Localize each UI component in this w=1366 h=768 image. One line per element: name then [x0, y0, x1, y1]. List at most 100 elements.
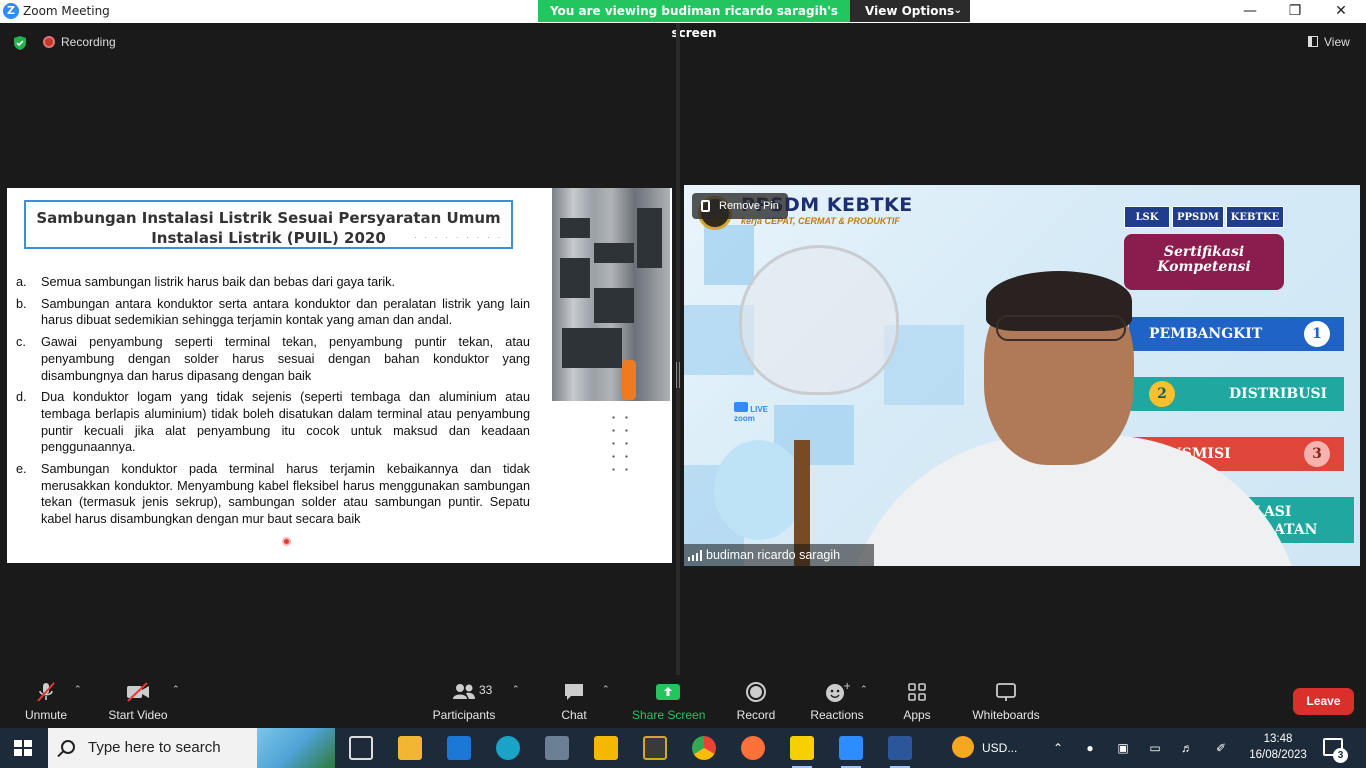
firefox-icon[interactable] — [741, 736, 765, 760]
electrical-panel-photo — [552, 188, 670, 401]
view-options-label: View Options — [865, 4, 955, 18]
apps-icon — [908, 683, 926, 701]
list-item: a. Semua sambungan listrik harus baik dan… — [16, 275, 396, 289]
decorative-dot-grid — [607, 411, 637, 471]
background-tag: PPSDM — [1172, 206, 1224, 228]
recording-label: Recording — [61, 35, 116, 49]
edge-browser-icon[interactable] — [496, 736, 520, 760]
search-icon — [61, 740, 75, 754]
word-icon[interactable] — [888, 736, 912, 768]
divider-grip-handle[interactable] — [676, 362, 680, 388]
title-bar: Z Zoom Meeting You are viewing budiman r… — [0, 0, 1366, 40]
background-tag: LSK — [1124, 206, 1170, 228]
mic-tray-icon[interactable]: ● — [1080, 728, 1100, 768]
minimize-button[interactable]: — — [1227, 0, 1273, 23]
windows-start-icon[interactable] — [14, 740, 32, 756]
share-screen-icon — [656, 684, 680, 700]
svg-text:+: + — [843, 681, 850, 692]
taskbar-search-placeholder: Type here to search — [88, 739, 221, 756]
media-app-icon[interactable] — [643, 736, 667, 760]
volume-icon[interactable]: ♬ — [1176, 728, 1198, 768]
restore-button[interactable]: ❐ — [1272, 0, 1318, 23]
whiteboard-icon — [996, 683, 1016, 701]
participants-options-caret[interactable]: ⌃ — [512, 684, 520, 695]
start-video-button[interactable]: Start Video — [106, 681, 170, 722]
background-band: 2 DISTRIBUSI — [1129, 377, 1344, 411]
recording-indicator[interactable]: Recording — [43, 35, 116, 49]
leave-button[interactable]: Leave — [1293, 688, 1354, 715]
store-icon[interactable] — [594, 736, 618, 760]
list-item: c. Gawai penyambung seperti terminal teka… — [16, 335, 530, 383]
decorative-dots: . . . . . . . . . — [414, 231, 503, 240]
view-button[interactable]: View — [1308, 35, 1350, 49]
audio-options-caret[interactable]: ⌃ — [74, 684, 82, 695]
battery-icon[interactable]: ▭ — [1144, 728, 1166, 768]
unmute-label: Unmute — [24, 708, 68, 722]
view-options-button[interactable]: View Options ⌄ — [850, 0, 970, 22]
reactions-button[interactable]: + Reactions — [808, 681, 866, 722]
camera-icon — [734, 402, 748, 412]
notification-badge: 3 — [1333, 748, 1348, 763]
share-screen-label: Share Screen — [632, 708, 706, 722]
slide-list: a. Semua sambungan listrik harus baik dan… — [16, 274, 530, 533]
record-button[interactable]: Record — [734, 681, 778, 722]
encryption-shield-icon[interactable] — [12, 35, 28, 51]
reactions-options-caret[interactable]: ⌃ — [860, 684, 868, 695]
camera-tray-icon[interactable]: ▣ — [1112, 728, 1134, 768]
viewing-banner: You are viewing budiman ricardo saragih'… — [538, 0, 850, 40]
presenter-glasses — [996, 315, 1126, 341]
slide-title: Sambungan Instalasi Listrik Sesuai Persy… — [26, 208, 511, 248]
weather-icon[interactable] — [952, 736, 974, 758]
weather-text[interactable]: USD... — [982, 728, 1028, 768]
background-tag: KEBTKE — [1226, 206, 1284, 228]
participant-video[interactable]: PPSDM KEBTKE kerja CEPAT, CERMAT & PRODU… — [684, 185, 1360, 566]
video-options-caret[interactable]: ⌃ — [172, 684, 180, 695]
task-view-icon[interactable] — [349, 736, 373, 760]
start-video-label: Start Video — [108, 708, 168, 722]
layout-icon — [1308, 36, 1318, 47]
video-off-icon — [127, 682, 149, 702]
chat-options-caret[interactable]: ⌃ — [602, 684, 610, 695]
worker-figure — [622, 360, 636, 400]
slide-title-line1: Sambungan Instalasi Listrik Sesuai Persy… — [36, 209, 501, 227]
zoom-taskbar-icon[interactable] — [839, 736, 863, 768]
share-screen-button[interactable]: Share Screen — [632, 681, 706, 722]
esdm-emblem-watermark — [739, 245, 899, 395]
shared-screen-slide: Sambungan Instalasi Listrik Sesuai Persy… — [7, 188, 672, 563]
file-explorer-icon[interactable] — [398, 736, 422, 760]
pin-icon — [701, 200, 710, 212]
remove-pin-button[interactable]: Remove Pin — [692, 193, 788, 219]
slide-title-box: Sambungan Instalasi Listrik Sesuai Persy… — [24, 200, 513, 249]
printer-app-icon[interactable] — [545, 736, 569, 760]
background-band: PEMBANGKIT 1 — [1129, 317, 1344, 351]
chrome-icon[interactable] — [692, 736, 716, 760]
microphone-muted-icon — [37, 682, 55, 702]
taskbar-clock[interactable]: 13:48 16/08/2023 — [1248, 731, 1308, 763]
participants-icon — [453, 684, 475, 699]
sticky-notes-icon[interactable] — [790, 736, 814, 768]
tray-overflow-chevron-icon[interactable]: ⌃ — [1048, 728, 1068, 768]
mail-icon[interactable] — [447, 736, 471, 760]
pointer-cursor-icon — [282, 537, 291, 546]
chat-button[interactable]: Chat — [552, 681, 596, 722]
window-title: Zoom Meeting — [23, 4, 110, 18]
zoom-app-icon: Z — [3, 3, 19, 19]
list-item: d. Dua konduktor logam yang tidak sejenis… — [16, 390, 530, 455]
close-button[interactable]: ✕ — [1318, 0, 1364, 23]
search-highlight-image — [257, 728, 335, 768]
meeting-toolbar: Unmute ⌃ Start Video ⌃ Participants 33 ⌃… — [0, 675, 1366, 728]
clock-time: 13:48 — [1263, 733, 1293, 745]
split-divider[interactable] — [676, 23, 680, 675]
taskbar-search-box[interactable]: Type here to search — [48, 728, 335, 768]
remove-pin-label: Remove Pin — [719, 200, 779, 212]
record-label: Record — [736, 708, 776, 722]
unmute-button[interactable]: Unmute — [22, 681, 70, 722]
apps-button[interactable]: Apps — [898, 681, 936, 722]
pen-icon[interactable]: ✐ — [1210, 728, 1232, 768]
whiteboards-button[interactable]: Whiteboards — [968, 681, 1044, 722]
whiteboards-label: Whiteboards — [972, 708, 1040, 722]
participants-label: Participants — [432, 708, 496, 722]
reactions-label: Reactions — [810, 708, 864, 722]
zoom-live-badge: LIVE zoom — [734, 402, 774, 428]
background-sertifikasi: Sertifikasi Kompetensi — [1124, 234, 1284, 290]
